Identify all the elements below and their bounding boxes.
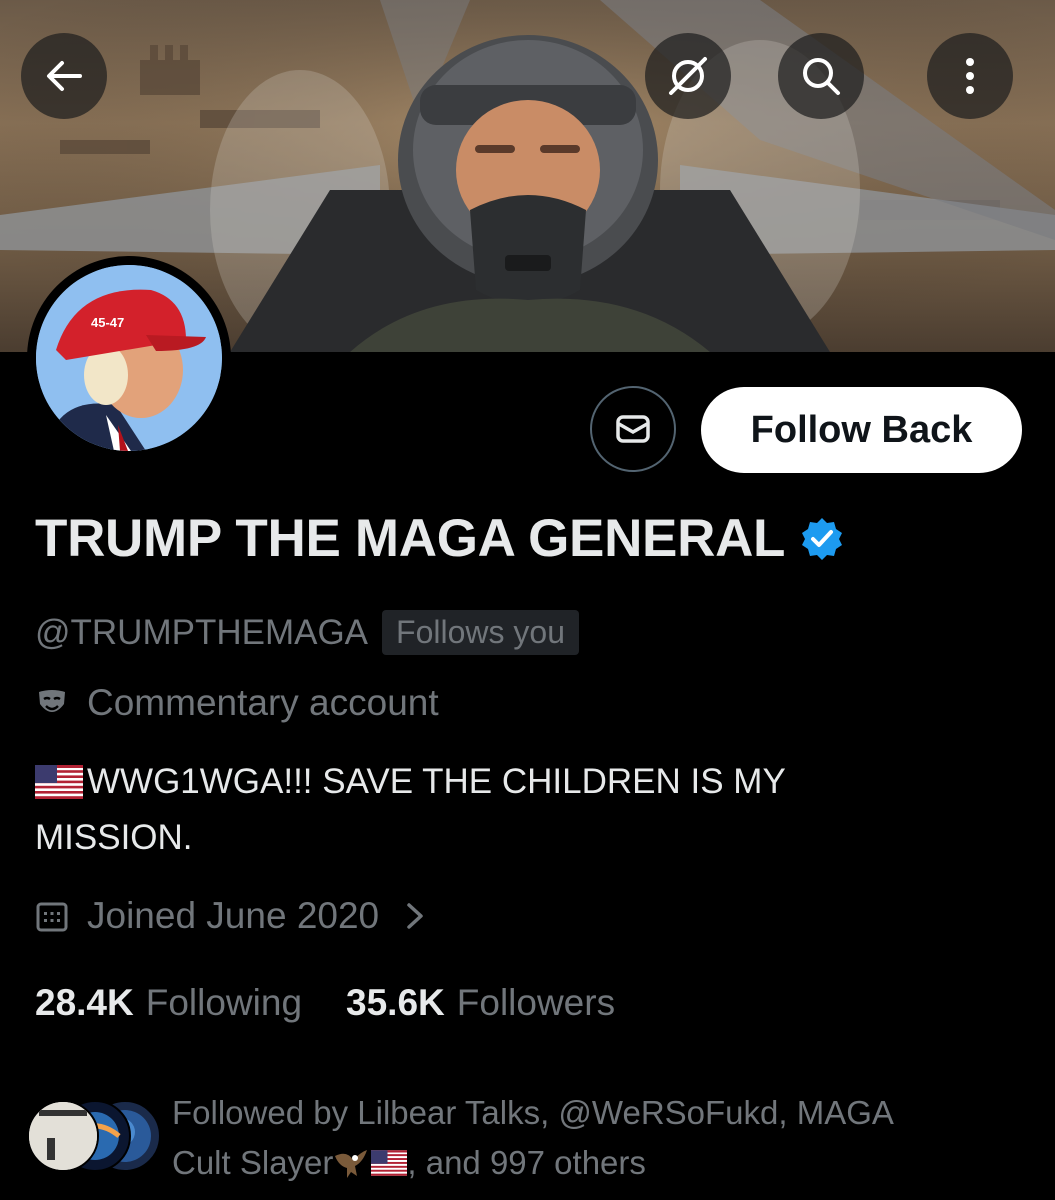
follower-avatar-1 [27, 1100, 99, 1172]
profile-handle: @TRUMPTHEMAGA [35, 612, 369, 652]
followers-count: 35.6K [346, 982, 445, 1023]
account-label: Commentary account [87, 682, 439, 723]
grok-icon [669, 57, 707, 95]
us-flag-icon [371, 1150, 408, 1176]
more-button[interactable] [927, 33, 1013, 119]
account-label-row[interactable]: Commentary account [35, 682, 439, 724]
hat-text: 45-47 [91, 315, 124, 330]
arrow-left-icon [47, 61, 82, 91]
grok-button[interactable] [645, 33, 731, 119]
chevron-right-icon [407, 903, 423, 929]
calendar-icon [36, 902, 68, 932]
profile-avatar[interactable]: 45-47 [27, 256, 231, 460]
search-icon [803, 58, 840, 95]
follows-you-badge: Follows you [382, 610, 579, 655]
bio-line-1: WWG1WGA!!! SAVE THE CHILDREN IS MY [87, 762, 786, 801]
verified-badge-icon[interactable] [799, 516, 845, 562]
following-count: 28.4K [35, 982, 134, 1023]
follow-back-button[interactable]: Follow Back [701, 387, 1022, 473]
follow-stats: 28.4K Following 35.6K Followers [35, 982, 659, 1024]
display-name-row: TRUMP THE MAGA GENERAL [35, 508, 845, 569]
followers-label: Followers [456, 982, 616, 1023]
envelope-icon [616, 415, 650, 443]
back-button[interactable] [21, 33, 107, 119]
followed-by-line-1: Followed by Lilbear Talks, @WeRSoFukd, M… [172, 1094, 894, 1131]
us-flag-icon [35, 765, 83, 799]
followed-by-line-2b: , and 997 others [407, 1144, 646, 1181]
followers-stat[interactable]: 35.6K Followers [346, 982, 615, 1024]
avatar-image: 45-47 [36, 265, 222, 451]
search-button[interactable] [778, 33, 864, 119]
followed-by-line-2a: Cult Slayer [172, 1144, 334, 1181]
eagle-icon [335, 1150, 368, 1178]
joined-date: Joined June 2020 [87, 895, 380, 936]
handle-row: @TRUMPTHEMAGA Follows you [35, 610, 579, 655]
followed-by-text[interactable]: Followed by Lilbear Talks, @WeRSoFukd, M… [172, 1088, 1022, 1188]
joined-row[interactable]: Joined June 2020 [35, 895, 427, 937]
message-button[interactable] [590, 386, 676, 472]
more-vertical-icon [966, 58, 974, 94]
bio-line-2: MISSION. [35, 818, 193, 857]
profile-bio: WWG1WGA!!! SAVE THE CHILDREN IS MY MISSI… [35, 754, 995, 866]
following-stat[interactable]: 28.4K Following [35, 982, 302, 1024]
display-name: TRUMP THE MAGA GENERAL [35, 509, 786, 568]
following-label: Following [145, 982, 303, 1023]
followed-by-avatars[interactable] [27, 1100, 161, 1172]
theater-mask-icon [39, 690, 65, 712]
